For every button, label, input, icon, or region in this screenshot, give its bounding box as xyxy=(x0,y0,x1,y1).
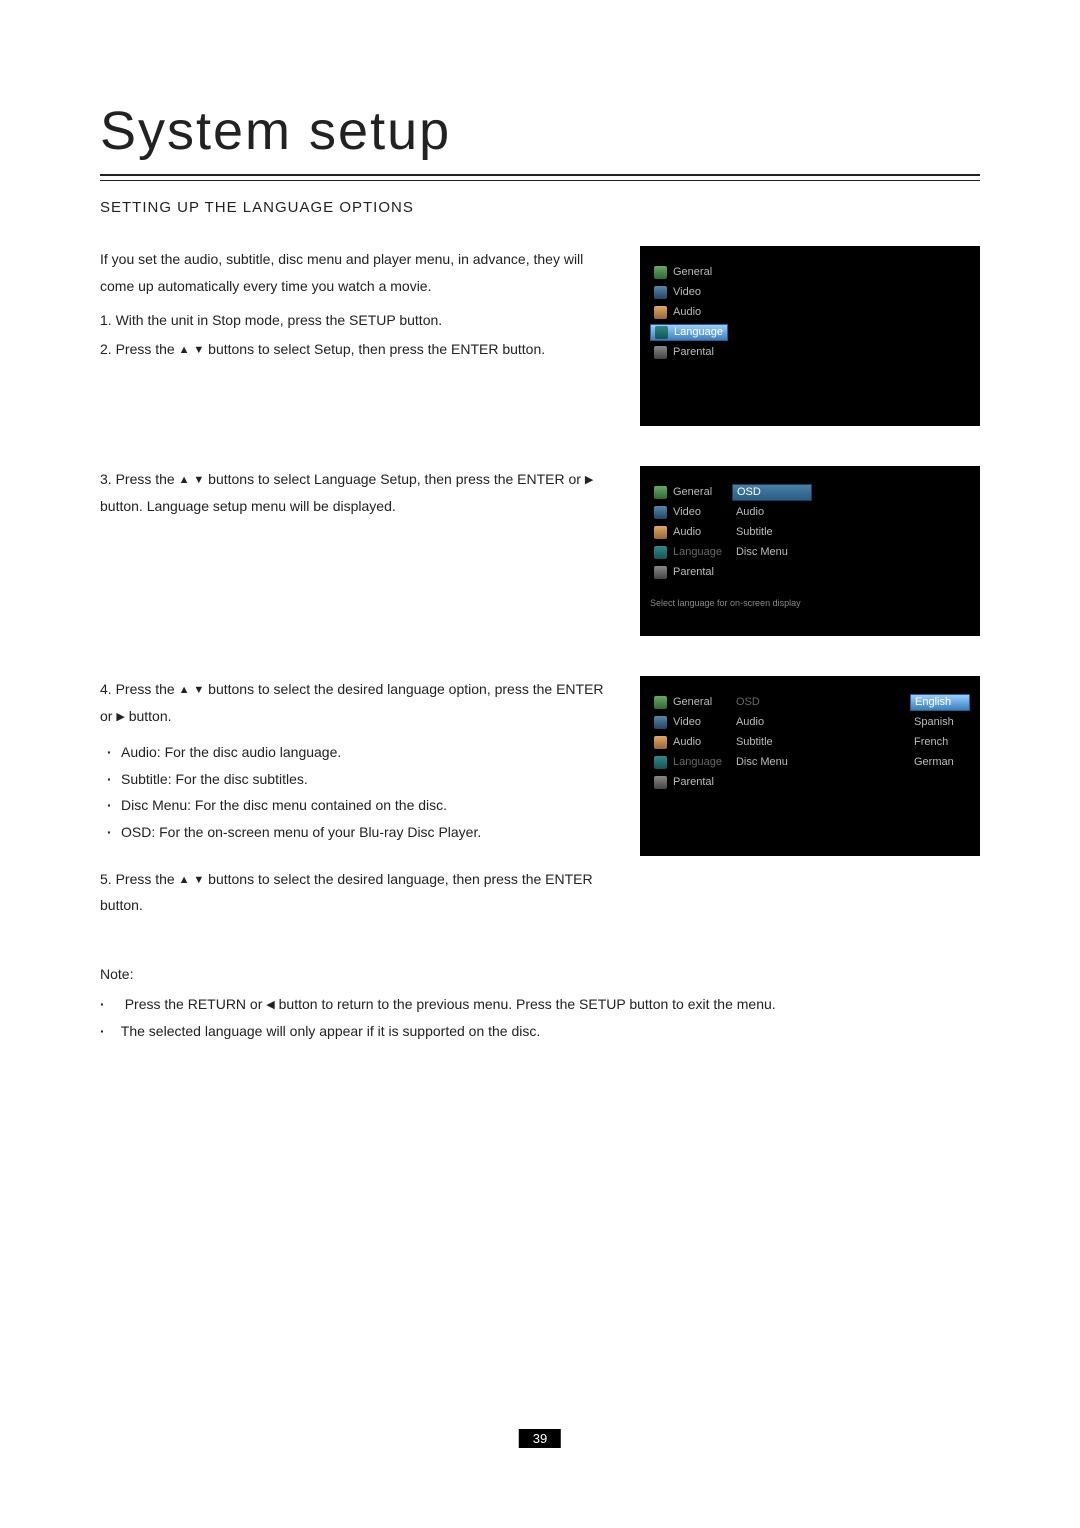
general-icon xyxy=(654,266,667,279)
triangle-up-icon xyxy=(179,475,190,486)
step-list-5: Press the buttons to select the desired … xyxy=(100,866,610,919)
note-label: Note: xyxy=(100,961,980,988)
osd3-lang-german: German xyxy=(910,754,970,771)
osd1-item-language-selected: Language xyxy=(650,324,728,341)
osd3-lang-spanish: Spanish xyxy=(910,714,970,731)
triangle-up-icon xyxy=(179,345,190,356)
osd1-item-video: Video xyxy=(650,284,728,301)
osd3-left-video: Video xyxy=(650,714,726,731)
osd2-left-video: Video xyxy=(650,504,726,521)
video-icon xyxy=(654,716,667,729)
manual-page: System setup SETTING UP THE LANGUAGE OPT… xyxy=(0,0,1080,1045)
audio-icon xyxy=(654,526,667,539)
triangle-down-icon xyxy=(193,875,204,886)
osd2-left-general: General xyxy=(650,484,726,501)
triangle-down-icon xyxy=(193,345,204,356)
osd3-sub-subtitle: Subtitle xyxy=(732,734,812,751)
osd3-sub-osd: OSD xyxy=(732,694,812,711)
triangle-right-icon xyxy=(585,475,593,486)
step-2-text-a: Press the xyxy=(116,341,179,357)
osd3-left-language: Language xyxy=(650,754,726,771)
step-4: Press the buttons to select the desired … xyxy=(100,676,610,846)
audio-icon xyxy=(654,306,667,319)
osd2-sub-subtitle: Subtitle xyxy=(732,524,812,541)
osd3-left-audio: Audio xyxy=(650,734,726,751)
video-icon xyxy=(654,286,667,299)
step-4-text-c: button. xyxy=(129,708,172,724)
section-heading: SETTING UP THE LANGUAGE OPTIONS xyxy=(100,199,980,216)
note-1: Press the RETURN or button to return to … xyxy=(100,991,980,1018)
osd-screenshot-1: General Video Audio Language Parental xyxy=(640,246,980,426)
step-3: Press the buttons to select Language Set… xyxy=(100,466,610,519)
osd-screenshot-2: General Video Audio Language Parental OS… xyxy=(640,466,980,636)
osd2-help-text: Select language for on-screen display xyxy=(650,595,970,612)
osd-screenshot-3: General Video Audio Language Parental OS… xyxy=(640,676,980,856)
note-1-text-a: Press the RETURN or xyxy=(125,996,267,1012)
language-icon xyxy=(654,546,667,559)
audio-icon xyxy=(654,736,667,749)
osd1-item-audio: Audio xyxy=(650,304,728,321)
osd2-sub-audio: Audio xyxy=(732,504,812,521)
step-5-text-a: Press the xyxy=(116,871,179,887)
osd3-left-parental: Parental xyxy=(650,774,726,791)
general-icon xyxy=(654,696,667,709)
row-step-1-2: If you set the audio, subtitle, disc men… xyxy=(100,246,980,426)
step-1: With the unit in Stop mode, press the SE… xyxy=(100,307,610,334)
triangle-up-icon xyxy=(179,875,190,886)
osd2-left-audio: Audio xyxy=(650,524,726,541)
row-step-3: Press the buttons to select Language Set… xyxy=(100,466,980,636)
opt-audio: Audio: For the disc audio language. xyxy=(121,739,610,766)
triangle-down-icon xyxy=(193,685,204,696)
step-5: Press the buttons to select the desired … xyxy=(100,866,610,919)
parental-icon xyxy=(654,566,667,579)
parental-icon xyxy=(654,776,667,789)
general-icon xyxy=(654,486,667,499)
step-3-text-b: buttons to select Language Setup, then p… xyxy=(208,471,585,487)
parental-icon xyxy=(654,346,667,359)
intro-paragraph: If you set the audio, subtitle, disc men… xyxy=(100,246,610,299)
osd3-sub-discmenu: Disc Menu xyxy=(732,754,812,771)
step-list-3: Press the buttons to select Language Set… xyxy=(100,466,610,519)
step-2: Press the buttons to select Setup, then … xyxy=(100,336,610,363)
step-3-text-c: button. Language setup menu will be disp… xyxy=(100,498,396,514)
opt-osd: OSD: For the on-screen menu of your Blu-… xyxy=(121,819,610,846)
note-section: Note: Press the RETURN or button to retu… xyxy=(100,961,980,1045)
step-list-1: With the unit in Stop mode, press the SE… xyxy=(100,307,610,362)
osd2-sub-discmenu: Disc Menu xyxy=(732,544,812,561)
triangle-up-icon xyxy=(179,685,190,696)
language-icon xyxy=(654,756,667,769)
step-4-text-a: Press the xyxy=(116,681,179,697)
video-icon xyxy=(654,506,667,519)
row-step-4: Press the buttons to select the desired … xyxy=(100,676,980,921)
opt-subtitle: Subtitle: For the disc subtitles. xyxy=(121,766,610,793)
osd3-sub-audio: Audio xyxy=(732,714,812,731)
title-rule xyxy=(100,174,980,181)
step-list-4: Press the buttons to select the desired … xyxy=(100,676,610,846)
step-3-text-a: Press the xyxy=(116,471,179,487)
step-2-text-b: buttons to select Setup, then press the … xyxy=(208,341,545,357)
osd3-lang-english-selected: English xyxy=(910,694,970,711)
triangle-left-icon xyxy=(266,1000,274,1011)
page-number: 39 xyxy=(519,1429,561,1448)
language-icon xyxy=(655,326,668,339)
page-title: System setup xyxy=(100,100,980,162)
osd2-sub-osd-selected: OSD xyxy=(732,484,812,501)
note-2: The selected language will only appear i… xyxy=(100,1018,980,1045)
note-1-text-b: button to return to the previous menu. P… xyxy=(279,996,776,1012)
opt-discmenu: Disc Menu: For the disc menu contained o… xyxy=(121,792,610,819)
osd2-left-language: Language xyxy=(650,544,726,561)
step-4-options: Audio: For the disc audio language. Subt… xyxy=(100,739,610,845)
triangle-right-icon xyxy=(116,712,124,723)
osd2-left-parental: Parental xyxy=(650,564,726,581)
osd1-item-general: General xyxy=(650,264,728,281)
osd3-left-general: General xyxy=(650,694,726,711)
osd1-item-parental: Parental xyxy=(650,344,728,361)
triangle-down-icon xyxy=(193,475,204,486)
osd3-lang-french: French xyxy=(910,734,970,751)
